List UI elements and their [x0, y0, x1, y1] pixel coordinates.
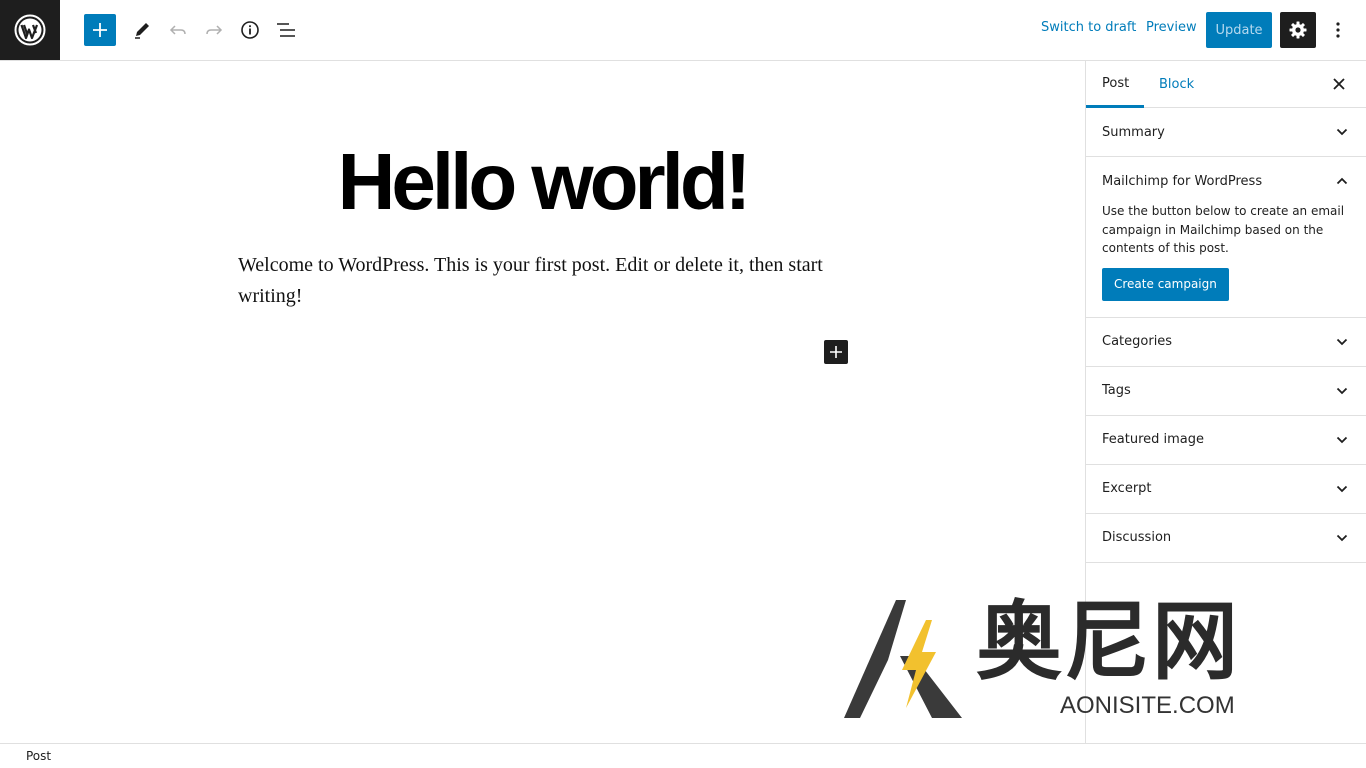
- panel-excerpt-title: Excerpt: [1102, 481, 1152, 496]
- panel-discussion-title: Discussion: [1102, 530, 1172, 545]
- panel-excerpt: Excerpt: [1086, 465, 1366, 514]
- redo-icon: [206, 25, 223, 35]
- paragraph-block[interactable]: Welcome to WordPress. This is your first…: [238, 250, 838, 312]
- list-view-icon: [277, 23, 295, 37]
- panel-excerpt-toggle[interactable]: Excerpt: [1086, 465, 1366, 513]
- breadcrumb[interactable]: Post: [26, 749, 51, 763]
- wordpress-logo-icon: [14, 14, 46, 46]
- panel-summary: Summary: [1086, 108, 1366, 157]
- chevron-down-icon: [1336, 338, 1348, 345]
- undo-icon: [169, 25, 186, 35]
- tools-button[interactable]: [126, 14, 158, 46]
- close-icon: [1333, 78, 1345, 90]
- watermark-text: 奥尼网: [976, 592, 1240, 692]
- pencil-icon: [135, 23, 149, 39]
- create-campaign-button[interactable]: Create campaign: [1102, 267, 1229, 301]
- post-title[interactable]: Hello world!: [0, 137, 1085, 227]
- plus-icon: [93, 23, 107, 37]
- panel-tags-title: Tags: [1102, 383, 1131, 398]
- more-vertical-icon: [1336, 22, 1340, 38]
- panel-discussion: Discussion: [1086, 514, 1366, 563]
- watermark-subtext: AONISITE.COM: [1060, 692, 1235, 719]
- chevron-down-icon: [1336, 387, 1348, 394]
- panel-tags-toggle[interactable]: Tags: [1086, 367, 1366, 415]
- list-view-button[interactable]: [270, 14, 302, 46]
- panel-featured-image-toggle[interactable]: Featured image: [1086, 416, 1366, 464]
- sidebar-tabs: Post Block: [1086, 61, 1366, 108]
- switch-to-draft-link[interactable]: Switch to draft: [1041, 20, 1136, 35]
- info-icon: [241, 21, 259, 39]
- watermark: 奥尼网 AONISITE.COM: [840, 592, 1320, 722]
- chevron-up-icon: [1336, 177, 1348, 185]
- watermark-logo-icon: [844, 600, 962, 718]
- wordpress-logo-button[interactable]: [0, 0, 60, 60]
- gear-icon: [1289, 21, 1307, 39]
- panel-featured-image-title: Featured image: [1102, 432, 1205, 447]
- panel-mailchimp-toggle[interactable]: Mailchimp for WordPress: [1086, 157, 1366, 205]
- editor-header: Switch to draft Preview Update: [0, 0, 1366, 61]
- inline-add-block-button[interactable]: [824, 340, 848, 364]
- preview-link[interactable]: Preview: [1146, 20, 1197, 35]
- panel-discussion-toggle[interactable]: Discussion: [1086, 514, 1366, 562]
- tab-block[interactable]: Block: [1159, 61, 1194, 108]
- panel-categories-toggle[interactable]: Categories: [1086, 318, 1366, 366]
- chevron-down-icon: [1336, 534, 1348, 541]
- chevron-down-icon: [1336, 128, 1348, 136]
- settings-button[interactable]: [1280, 12, 1316, 48]
- panel-summary-title: Summary: [1102, 124, 1165, 140]
- panel-featured-image: Featured image: [1086, 416, 1366, 465]
- update-button[interactable]: Update: [1206, 12, 1272, 48]
- details-button[interactable]: [234, 14, 266, 46]
- close-sidebar-button[interactable]: [1330, 75, 1348, 93]
- redo-button[interactable]: [198, 14, 230, 46]
- mailchimp-description: Use the button below to create an email …: [1102, 204, 1345, 255]
- panel-categories: Categories: [1086, 318, 1366, 367]
- plus-icon: [830, 346, 842, 358]
- panel-summary-toggle[interactable]: Summary: [1086, 108, 1366, 156]
- panel-mailchimp-title: Mailchimp for WordPress: [1102, 173, 1263, 189]
- chevron-down-icon: [1336, 436, 1348, 443]
- undo-button[interactable]: [162, 14, 194, 46]
- panel-tags: Tags: [1086, 367, 1366, 416]
- tab-post[interactable]: Post: [1086, 61, 1144, 108]
- panel-mailchimp-body: Use the button below to create an email …: [1086, 202, 1366, 317]
- panel-mailchimp: Mailchimp for WordPress Use the button b…: [1086, 157, 1366, 318]
- chevron-down-icon: [1336, 485, 1348, 492]
- editor-footer: Post: [0, 743, 1366, 768]
- add-block-button[interactable]: [84, 14, 116, 46]
- panel-categories-title: Categories: [1102, 334, 1173, 349]
- options-menu-button[interactable]: [1326, 14, 1350, 46]
